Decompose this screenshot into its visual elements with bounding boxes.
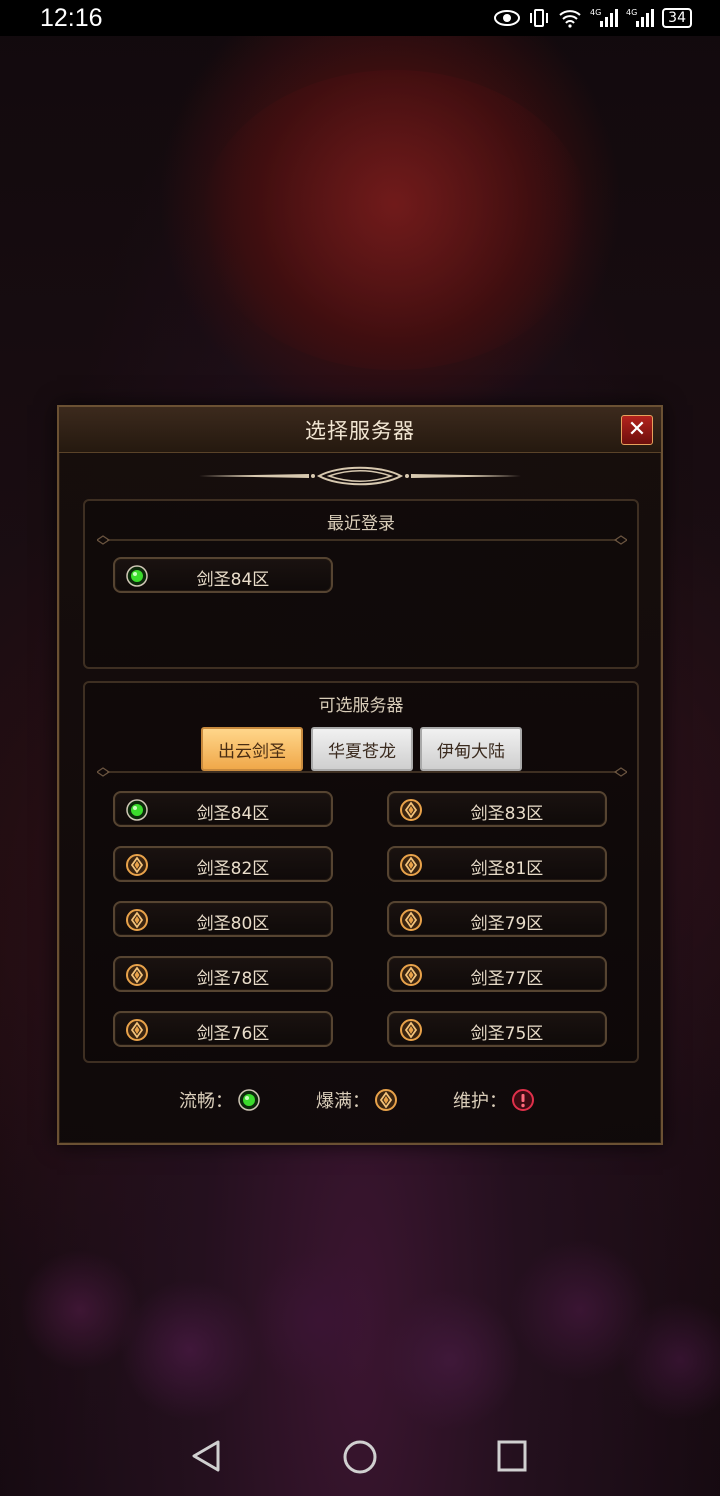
network-1-label: 4G xyxy=(590,8,601,17)
background-moon xyxy=(200,70,590,370)
server-name: 剑圣76区 xyxy=(196,1024,270,1044)
home-button[interactable] xyxy=(341,1438,379,1480)
full-status-icon xyxy=(400,964,422,986)
tab-server-group-1[interactable]: 出云剑圣 xyxy=(201,727,303,771)
smooth-status-icon xyxy=(238,1089,260,1111)
server-button[interactable]: 剑圣81区 xyxy=(387,846,607,882)
tab-server-group-3[interactable]: 伊甸大陆 xyxy=(420,727,522,771)
smooth-status-icon xyxy=(126,799,148,821)
server-name: 剑圣82区 xyxy=(196,859,270,879)
server-button[interactable]: 剑圣80区 xyxy=(113,901,333,937)
home-icon xyxy=(343,1440,377,1474)
full-status-icon xyxy=(400,1019,422,1041)
close-icon: ✕ xyxy=(627,417,647,442)
back-button[interactable] xyxy=(188,1438,224,1478)
full-status-icon xyxy=(126,909,148,931)
recents-icon xyxy=(497,1440,527,1472)
recent-login-title: 最近登录 xyxy=(327,514,395,534)
tab-label: 华夏苍龙 xyxy=(328,741,396,762)
signal-icon-2: 4G xyxy=(626,7,655,29)
wifi-icon xyxy=(558,8,582,28)
recents-button[interactable] xyxy=(495,1438,529,1478)
legend-full: 爆满： xyxy=(316,1087,398,1113)
server-button[interactable]: 剑圣76区 xyxy=(113,1011,333,1047)
server-button[interactable]: 剑圣77区 xyxy=(387,956,607,992)
server-button[interactable]: 剑圣83区 xyxy=(387,791,607,827)
background-roses xyxy=(0,1230,720,1430)
server-name: 剑圣84区 xyxy=(196,570,270,590)
tab-label: 出云剑圣 xyxy=(218,741,286,762)
full-status-icon xyxy=(126,854,148,876)
server-button[interactable]: 剑圣75区 xyxy=(387,1011,607,1047)
section-divider xyxy=(97,535,627,545)
back-icon xyxy=(192,1440,220,1472)
section-divider xyxy=(97,767,627,777)
server-name: 剑圣84区 xyxy=(196,804,270,824)
ornament-divider xyxy=(199,466,521,486)
full-status-icon xyxy=(400,854,422,876)
maintenance-status-icon xyxy=(512,1089,534,1111)
full-status-icon xyxy=(400,799,422,821)
legend-full-label: 爆满： xyxy=(316,1091,370,1112)
server-name: 剑圣77区 xyxy=(470,969,544,989)
status-bar: 12:16 4G 4G 34 xyxy=(0,0,720,36)
smooth-status-icon xyxy=(126,565,148,587)
full-status-icon xyxy=(126,1019,148,1041)
network-2-label: 4G xyxy=(626,8,637,17)
status-legend: 流畅： 爆满： 维护： xyxy=(59,1087,661,1117)
recent-login-section: 最近登录 剑圣84区 xyxy=(83,499,639,669)
signal-icon-1: 4G xyxy=(590,7,619,29)
vibrate-icon xyxy=(528,8,550,28)
server-button[interactable]: 剑圣82区 xyxy=(113,846,333,882)
dialog-header: 选择服务器 ✕ xyxy=(59,407,661,453)
server-name: 剑圣79区 xyxy=(470,914,544,934)
available-servers-section: 可选服务器 出云剑圣 华夏苍龙 伊甸大陆 剑圣84区 剑圣83区剑圣82区 剑圣81… xyxy=(83,681,639,1063)
available-servers-title: 可选服务器 xyxy=(318,696,404,716)
server-button[interactable]: 剑圣79区 xyxy=(387,901,607,937)
full-status-icon xyxy=(375,1089,397,1111)
eye-icon xyxy=(494,9,521,27)
legend-maintenance-label: 维护： xyxy=(453,1091,507,1112)
server-name: 剑圣80区 xyxy=(196,914,270,934)
dialog-title: 选择服务器 xyxy=(305,418,415,443)
legend-maintenance: 维护： xyxy=(453,1087,535,1113)
server-select-dialog: 选择服务器 ✕ 最近登录 剑圣84区 可选服务器 出云剑圣 华夏苍龙 伊甸大陆 xyxy=(57,405,663,1145)
server-name: 剑圣81区 xyxy=(470,859,544,879)
server-name: 剑圣83区 xyxy=(470,804,544,824)
server-button[interactable]: 剑圣84区 xyxy=(113,557,333,593)
full-status-icon xyxy=(400,909,422,931)
status-icons: 4G 4G 34 xyxy=(494,7,692,29)
tab-server-group-2[interactable]: 华夏苍龙 xyxy=(311,727,413,771)
close-button[interactable]: ✕ xyxy=(621,415,653,445)
legend-smooth-label: 流畅： xyxy=(179,1091,233,1112)
tab-label: 伊甸大陆 xyxy=(437,741,505,762)
server-name: 剑圣78区 xyxy=(196,969,270,989)
full-status-icon xyxy=(126,964,148,986)
server-name: 剑圣75区 xyxy=(470,1024,544,1044)
navigation-bar xyxy=(0,1416,720,1496)
legend-smooth: 流畅： xyxy=(179,1087,261,1113)
status-time: 12:16 xyxy=(40,3,103,32)
battery-icon: 34 xyxy=(662,8,692,28)
server-button[interactable]: 剑圣78区 xyxy=(113,956,333,992)
server-button[interactable]: 剑圣84区 xyxy=(113,791,333,827)
